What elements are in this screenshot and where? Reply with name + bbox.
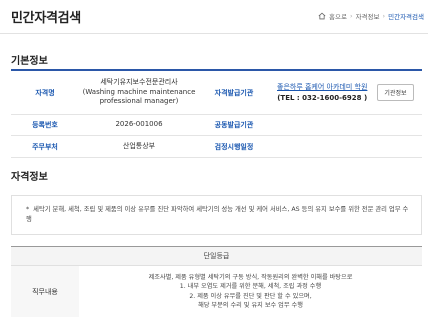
info-row: 자격명 세탁기유지보수전문관리사 (Washing machine mainte…: [11, 71, 422, 115]
reg-no: 2026-001006: [115, 120, 163, 129]
breadcrumb-separator: ›: [382, 12, 386, 20]
grade-header: 단일등급: [11, 247, 422, 266]
job-content-line: 1. 내부 오염도 제거를 위한 분해, 세척, 조립 과정 수행: [179, 283, 322, 291]
section-title-basic: 기본정보: [11, 56, 48, 67]
org-info-button[interactable]: 기관정보: [377, 84, 414, 101]
label-qualification-name: 자격명: [35, 88, 55, 97]
label-reg-no: 등록번호: [32, 121, 58, 129]
basic-info-table: 자격명 세탁기유지보수전문관리사 (Washing machine mainte…: [11, 69, 422, 158]
info-row: 등록번호 2026-001006 공동발급기관: [11, 115, 422, 136]
joint-issuer: [269, 115, 422, 135]
breadcrumb-level1[interactable]: 자격정보: [356, 11, 380, 21]
issuer-tel: (TEL : 032-1600-6928 ): [277, 93, 368, 102]
breadcrumb-home[interactable]: 홈으로: [329, 11, 347, 21]
qualification-description-box: * 세탁기 분해, 세척, 조립 및 제품의 이상 유무를 진단 파악하여 세탁…: [11, 195, 422, 235]
issuer-cell: 좋은하루 홈케어 아카데미 학원 (TEL : 032-1600-6928 ) …: [269, 71, 422, 114]
home-icon: [318, 12, 326, 20]
issuer-org: 좋은하루 홈케어 아카데미 학원 (TEL : 032-1600-6928 ): [277, 82, 367, 103]
bullet-icon: *: [26, 206, 30, 213]
header-divider: [0, 33, 428, 34]
qualification-description: 세탁기 분해, 세척, 조립 및 제품의 이상 유무를 진단 파악하여 세탁기의…: [26, 206, 409, 223]
grade-row: 직무내용 제조사별, 제품 유형별 세탁기의 구동 방식, 작동원리의 완벽한 …: [11, 266, 422, 317]
job-content-line: 2. 제품 이상 유무를 진단 및 판단 할 수 있으며,: [189, 292, 312, 300]
job-content: 제조사별, 제품 유형별 세탁기의 구동 방식, 작동원리의 완벽한 이해를 바…: [79, 266, 422, 317]
label-joint-issuer: 공동발급기관: [214, 121, 254, 129]
job-content-line: 제조사별, 제품 유형별 세탁기의 구동 방식, 작동원리의 완벽한 이해를 바…: [148, 274, 353, 281]
section-title-qualification: 자격정보: [11, 172, 48, 183]
qualification-name: 세탁기유지보수전문관리사 (Washing machine maintenanc…: [82, 77, 196, 106]
label-ministry: 주무부처: [32, 142, 58, 151]
info-row: 주무부처 산업통상부 검정시행일정: [11, 136, 422, 158]
issuer-org-link[interactable]: 좋은하루 홈케어 아카데미 학원: [277, 82, 367, 93]
job-content-label: 직무내용: [11, 266, 79, 317]
breadcrumb: 홈으로 › 자격정보 › 민간자격검색: [318, 11, 424, 21]
breadcrumb-separator: ›: [349, 12, 353, 20]
accreditation-schedule: [269, 136, 422, 157]
grade-table: 단일등급 직무내용 제조사별, 제품 유형별 세탁기의 구동 방식, 작동원리의…: [11, 246, 422, 317]
page-title: 민간자격검색: [11, 11, 81, 26]
label-accreditation-schedule: 검정시행일정: [214, 142, 254, 151]
job-content-line: 해당 부분의 수리 및 유지 보수 업무 수행: [198, 301, 303, 309]
ministry: 산업통상부: [122, 141, 156, 150]
breadcrumb-current: 민간자격검색: [388, 13, 424, 21]
label-issuer: 자격발급기관: [214, 88, 254, 97]
